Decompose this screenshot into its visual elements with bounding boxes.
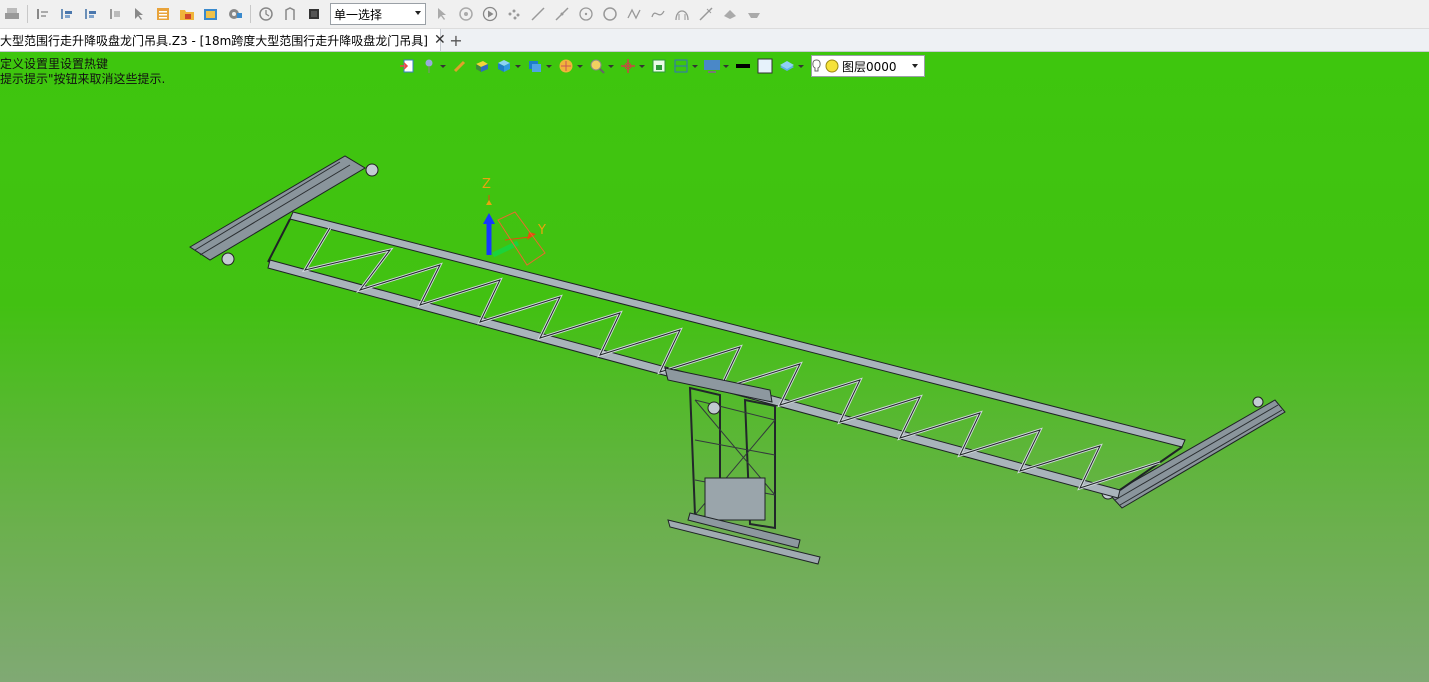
axis-z-label: Z xyxy=(482,177,491,192)
pointer-icon[interactable] xyxy=(129,4,149,24)
stop-icon[interactable] xyxy=(304,4,324,24)
axis-triad: Z Y xyxy=(482,177,546,266)
selection-mode-select[interactable]: 单一选择 xyxy=(330,3,426,25)
print-icon[interactable] xyxy=(2,4,22,24)
hat-icon[interactable] xyxy=(720,4,740,24)
toolbar-separator xyxy=(27,5,28,23)
bowl-icon[interactable] xyxy=(744,4,764,24)
main-truss-girder xyxy=(267,211,1186,499)
circle-icon[interactable] xyxy=(600,4,620,24)
main-toolbar: 单一选择 xyxy=(0,0,1429,29)
arc-icon[interactable] xyxy=(672,4,692,24)
filter-icon[interactable] xyxy=(456,4,476,24)
right-end-carriage xyxy=(1101,396,1286,509)
toolbar-separator xyxy=(250,5,251,23)
gantry-crane-model[interactable]: Z Y xyxy=(0,52,1429,682)
3d-viewport[interactable]: 定义设置里设置热键 提示提示"按钮来取消这些提示. 图层0000 Z Y xyxy=(0,52,1429,682)
align-right-icon[interactable] xyxy=(81,4,101,24)
new-tab-button[interactable]: + xyxy=(447,30,465,50)
polyline-icon[interactable] xyxy=(624,4,644,24)
distribute-icon[interactable] xyxy=(105,4,125,24)
spline-icon[interactable] xyxy=(648,4,668,24)
left-end-carriage xyxy=(189,155,379,266)
selection-mode-value: 单一选择 xyxy=(334,7,383,22)
list-icon[interactable] xyxy=(153,4,173,24)
trim-icon[interactable] xyxy=(696,4,716,24)
play-icon[interactable] xyxy=(480,4,500,24)
suction-cup-beam xyxy=(667,512,821,565)
select-arrow-icon[interactable] xyxy=(432,4,452,24)
align-left-icon[interactable] xyxy=(33,4,53,24)
chevron-down-icon xyxy=(415,11,421,15)
point-icon[interactable] xyxy=(504,4,524,24)
circle-center-icon[interactable] xyxy=(576,4,596,24)
document-tab-bar: 大型范围行走升降吸盘龙门吊具.Z3 - [18m跨度大型范围行走升降吸盘龙门吊具… xyxy=(0,29,1429,52)
close-icon[interactable]: ✕ xyxy=(434,32,446,48)
axis-y-label: Y xyxy=(537,223,546,238)
align-center-icon[interactable] xyxy=(57,4,77,24)
hoist-trolley xyxy=(664,367,776,530)
folder-icon[interactable] xyxy=(177,4,197,24)
tab-active-document[interactable]: 大型范围行走升降吸盘龙门吊具.Z3 - [18m跨度大型范围行走升降吸盘龙门吊具… xyxy=(0,29,446,51)
line-icon[interactable] xyxy=(528,4,548,24)
undo-path-icon[interactable] xyxy=(280,4,300,24)
tab-title: 大型范围行走升降吸盘龙门吊具.Z3 - [18m跨度大型范围行走升降吸盘龙门吊具… xyxy=(0,33,428,48)
package-icon[interactable] xyxy=(201,4,221,24)
history-icon[interactable] xyxy=(256,4,276,24)
gear-edit-icon[interactable] xyxy=(225,4,245,24)
line-tangent-icon[interactable] xyxy=(552,4,572,24)
